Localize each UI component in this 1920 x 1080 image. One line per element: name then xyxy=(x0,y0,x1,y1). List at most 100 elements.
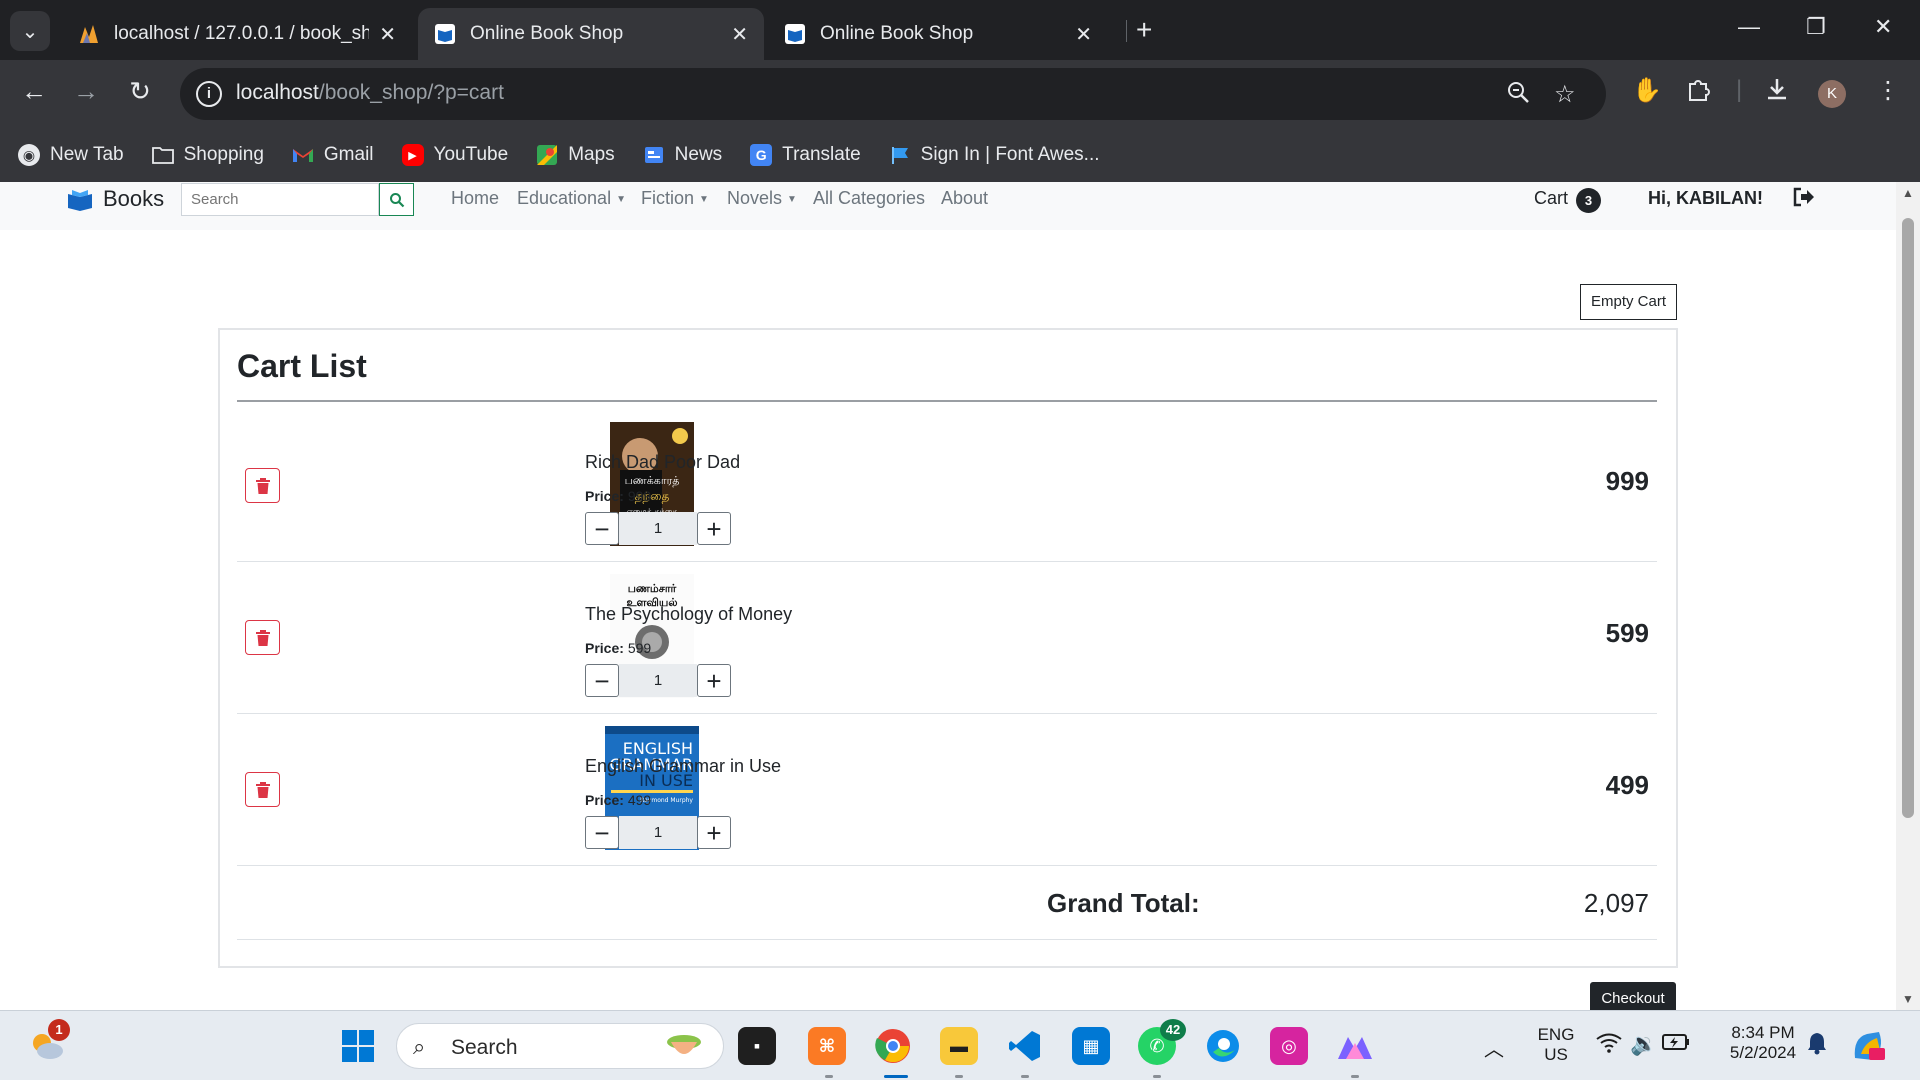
address-bar[interactable]: i localhost/book_shop/?p=cart ☆ xyxy=(180,68,1606,120)
language-indicator[interactable]: ENG US xyxy=(1532,1025,1580,1065)
browser-tab-phpmyadmin[interactable]: localhost / 127.0.0.1 / book_sho ✕ xyxy=(62,8,412,60)
site-info-icon[interactable]: i xyxy=(196,81,222,107)
copilot-icon[interactable] xyxy=(1850,1027,1888,1065)
bookmark-new-tab[interactable]: ◉ New Tab xyxy=(18,144,124,166)
nav-home[interactable]: Home xyxy=(451,188,499,209)
nav-cart[interactable]: Cart xyxy=(1534,188,1568,209)
caret-down-icon: ▼ xyxy=(787,193,797,205)
brand-logo-icon[interactable] xyxy=(66,188,94,212)
running-indicator xyxy=(825,1075,833,1078)
chrome-taskbar-icon[interactable] xyxy=(874,1027,912,1065)
decrease-qty-button[interactable]: − xyxy=(585,816,619,849)
bookmark-news[interactable]: News xyxy=(643,144,722,166)
taskbar-search[interactable]: ⌕ Search xyxy=(396,1023,724,1069)
downloads-icon[interactable] xyxy=(1764,76,1790,109)
forward-arrow-icon[interactable]: → xyxy=(68,76,104,107)
taskbar-search-label: Search xyxy=(451,1036,518,1059)
increase-qty-button[interactable]: + xyxy=(697,816,731,849)
nav-novels[interactable]: Novels ▼ xyxy=(727,188,797,209)
trash-icon xyxy=(255,477,270,494)
cart-item-row: பணக்காரத் தந்தை ஏழைத் தந்தை Rich Dad Poo… xyxy=(237,410,1657,562)
quantity-input[interactable]: 1 xyxy=(619,512,697,545)
extension-puzzle-purple-icon[interactable]: ✋ xyxy=(1632,76,1662,105)
search-button[interactable] xyxy=(379,183,414,216)
restore-icon[interactable]: ❐ xyxy=(1806,14,1826,40)
back-arrow-icon[interactable]: ← xyxy=(16,76,52,107)
item-total: 499 xyxy=(1605,770,1649,800)
bookmark-shopping[interactable]: Shopping xyxy=(151,144,264,166)
chrome-menu-icon[interactable]: ⋮ xyxy=(1876,76,1900,105)
svg-text:பணம்சார்: பணம்சார் xyxy=(628,582,677,595)
page-scrollbar[interactable]: ▲ ▼ xyxy=(1896,182,1920,1010)
tab-title: Online Book Shop xyxy=(470,23,624,44)
profile-avatar[interactable]: K xyxy=(1818,80,1846,108)
decrease-qty-button[interactable]: − xyxy=(585,512,619,545)
delete-item-button[interactable] xyxy=(245,620,280,655)
gmail-icon xyxy=(292,144,314,166)
quantity-input[interactable]: 1 xyxy=(619,664,697,697)
page-viewport: Books Home Educational ▼ Fiction ▼ Novel… xyxy=(0,182,1896,1010)
browser-tab-active[interactable]: Online Book Shop ✕ xyxy=(418,8,764,60)
nav-about[interactable]: About xyxy=(941,188,988,209)
reload-icon[interactable]: ↻ xyxy=(122,76,158,107)
scroll-up-arrow-icon[interactable]: ▲ xyxy=(1896,186,1920,200)
delete-item-button[interactable] xyxy=(245,772,280,807)
increase-qty-button[interactable]: + xyxy=(697,512,731,545)
browser-tab-book-shop[interactable]: Online Book Shop ✕ xyxy=(768,8,1108,60)
caret-down-icon: ▼ xyxy=(699,193,709,205)
logout-icon[interactable] xyxy=(1793,187,1815,213)
bookmark-star-icon[interactable]: ☆ xyxy=(1554,80,1576,109)
new-tab-plus-icon[interactable]: + xyxy=(1136,14,1152,46)
tab-close-icon[interactable]: ✕ xyxy=(1075,22,1092,47)
instagram-icon[interactable]: ◎ xyxy=(1270,1027,1308,1065)
book-price: Price: 499 xyxy=(585,792,652,808)
search-input[interactable] xyxy=(181,183,379,216)
delete-item-button[interactable] xyxy=(245,468,280,503)
checkout-button[interactable]: Checkout xyxy=(1590,982,1676,1010)
user-greeting: Hi, KABILAN! xyxy=(1648,188,1763,208)
bookmark-font-awesome[interactable]: Sign In | Font Awes... xyxy=(889,144,1100,166)
flag-icon xyxy=(889,144,911,166)
tab-search-button[interactable]: ⌄ xyxy=(10,11,50,51)
vscode-icon[interactable] xyxy=(1006,1027,1044,1065)
microsoft-store-icon[interactable]: ▦ xyxy=(1072,1027,1110,1065)
bookmark-gmail[interactable]: Gmail xyxy=(292,144,374,166)
nav-fiction[interactable]: Fiction ▼ xyxy=(641,188,709,209)
scrollbar-thumb[interactable] xyxy=(1902,218,1914,818)
brand-name[interactable]: Books xyxy=(103,186,164,212)
tray-overflow-icon[interactable]: ︿ xyxy=(1484,1033,1504,1062)
book-price: Price: 999 xyxy=(585,488,652,504)
bookmark-youtube[interactable]: ▶ YouTube xyxy=(401,144,508,166)
edge-icon[interactable] xyxy=(1204,1027,1242,1065)
volume-icon[interactable]: 🔉 xyxy=(1630,1031,1657,1057)
increase-qty-button[interactable]: + xyxy=(697,664,731,697)
minimize-icon[interactable]: — xyxy=(1738,14,1760,40)
zoom-icon[interactable] xyxy=(1506,80,1530,111)
notification-bell-icon[interactable] xyxy=(1806,1031,1828,1061)
youtube-icon: ▶ xyxy=(401,144,424,166)
file-explorer-icon[interactable]: ▬ xyxy=(940,1027,978,1065)
decrease-qty-button[interactable]: − xyxy=(585,664,619,697)
quantity-input[interactable]: 1 xyxy=(619,816,697,849)
copilot-app-icon[interactable] xyxy=(1336,1027,1374,1065)
xampp-icon[interactable]: ⌘ xyxy=(808,1027,846,1065)
extensions-icon[interactable] xyxy=(1686,76,1712,109)
grand-total-value: 2,097 xyxy=(1583,888,1649,918)
windows-start-icon[interactable] xyxy=(339,1027,377,1065)
close-window-icon[interactable]: ✕ xyxy=(1874,14,1892,40)
scroll-down-arrow-icon[interactable]: ▼ xyxy=(1896,992,1920,1006)
empty-cart-button[interactable]: Empty Cart xyxy=(1580,284,1677,320)
wifi-icon[interactable] xyxy=(1596,1033,1622,1059)
url-text[interactable]: localhost/book_shop/?p=cart xyxy=(236,81,504,105)
nav-all-categories[interactable]: All Categories xyxy=(813,188,925,209)
active-indicator xyxy=(884,1075,908,1078)
tab-close-icon[interactable]: ✕ xyxy=(379,22,396,47)
battery-icon[interactable] xyxy=(1662,1033,1690,1056)
bookmark-maps[interactable]: Maps xyxy=(536,144,615,166)
bookmark-translate[interactable]: G Translate xyxy=(750,144,861,166)
phpmyadmin-icon xyxy=(78,23,100,45)
terminal-icon[interactable]: ▪ xyxy=(738,1027,776,1065)
tab-close-icon[interactable]: ✕ xyxy=(731,22,748,47)
system-clock[interactable]: 8:34 PM 5/2/2024 xyxy=(1718,1023,1808,1063)
nav-educational[interactable]: Educational ▼ xyxy=(517,188,626,209)
